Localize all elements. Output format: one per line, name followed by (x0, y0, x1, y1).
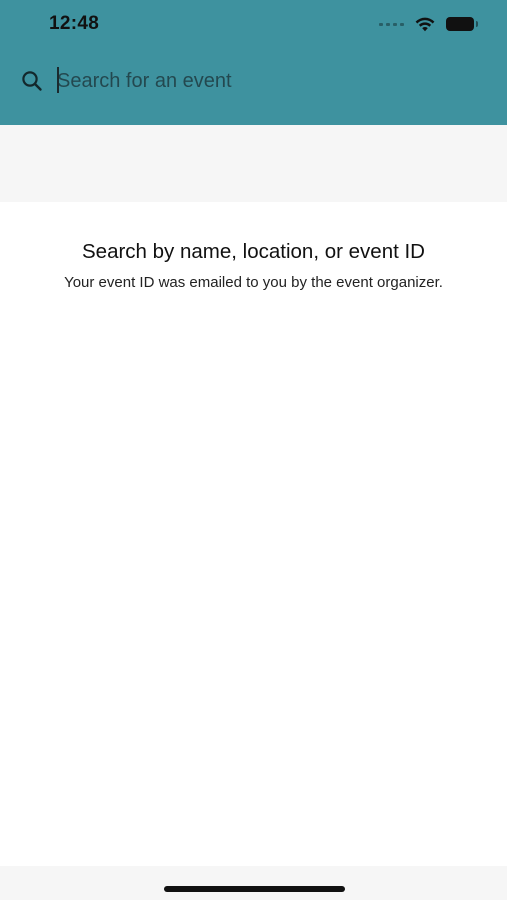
wifi-icon (415, 17, 435, 31)
status-time: 12:48 (49, 13, 100, 34)
empty-state-subtitle: Your event ID was emailed to you by the … (64, 274, 443, 291)
event-search-screen: 12:48 Search by nam (0, 0, 507, 900)
status-icons (379, 14, 478, 34)
bottom-safe-area (0, 866, 507, 900)
header-bar: 12:48 (0, 0, 507, 125)
status-bar: 12:48 (0, 0, 507, 48)
search-bar[interactable] (0, 60, 507, 102)
empty-state-title: Search by name, location, or event ID (82, 240, 425, 263)
search-icon (22, 71, 42, 91)
text-cursor (57, 67, 59, 93)
home-indicator[interactable] (164, 886, 345, 892)
empty-state: Search by name, location, or event ID Yo… (40, 240, 467, 293)
cellular-signal-icon (379, 22, 404, 26)
results-header-band (0, 125, 507, 202)
battery-icon (446, 17, 478, 31)
search-input[interactable] (57, 64, 477, 98)
